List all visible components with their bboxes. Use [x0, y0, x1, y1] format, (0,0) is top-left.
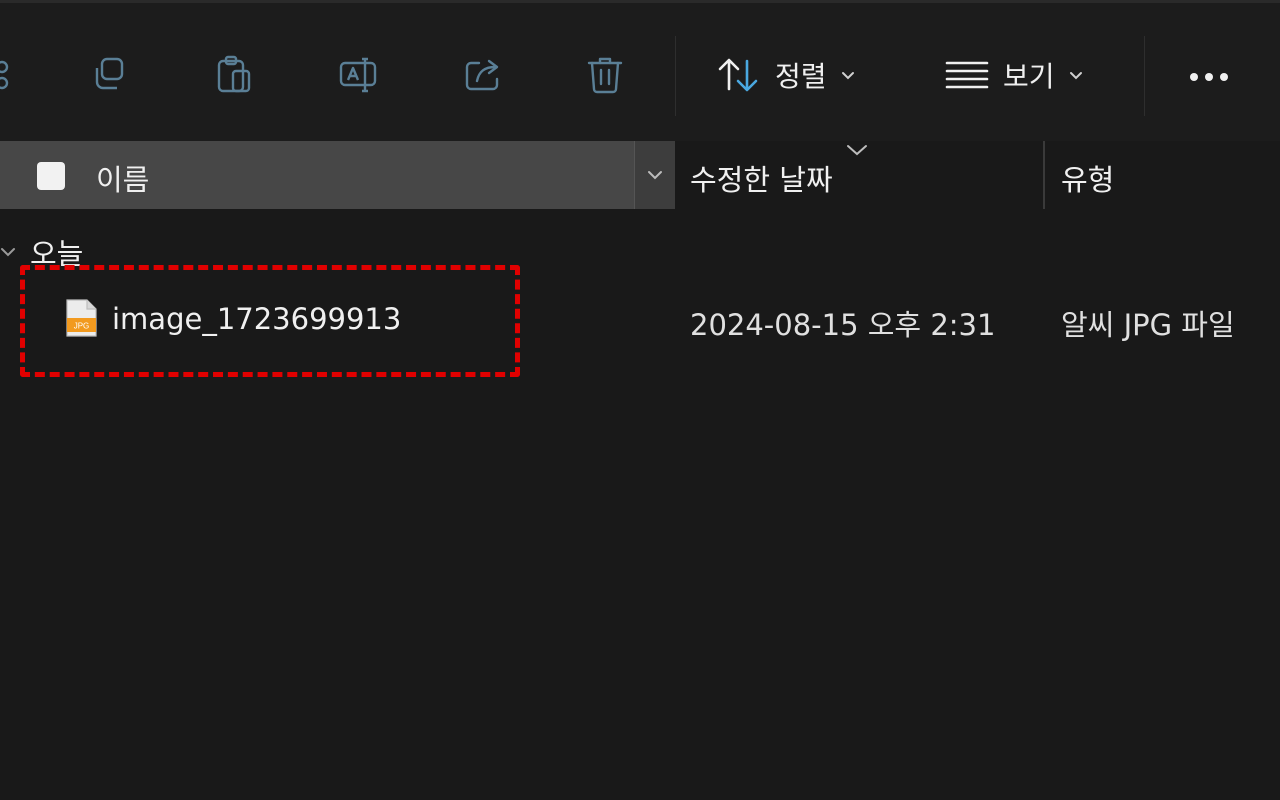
- cut-icon[interactable]: [0, 53, 22, 97]
- chevron-down-icon: [841, 72, 854, 80]
- column-name-label: 이름: [96, 163, 150, 197]
- toolbar-separator: [1144, 36, 1145, 116]
- toolbar-separator: [675, 36, 676, 116]
- column-date-modified[interactable]: 수정한 날짜: [690, 157, 833, 199]
- column-divider[interactable]: [1043, 141, 1045, 209]
- select-all-checkbox[interactable]: [37, 162, 65, 190]
- file-type: 알씨 JPG 파일: [1061, 308, 1235, 342]
- group-label: 오늘: [30, 237, 84, 271]
- share-icon[interactable]: [461, 53, 505, 97]
- sort-button[interactable]: 정렬: [717, 51, 855, 99]
- chevron-down-icon: [1069, 72, 1082, 80]
- jpg-file-icon: JPG: [66, 299, 97, 337]
- delete-icon[interactable]: [583, 53, 627, 97]
- column-header-row: 이름 수정한 날짜 유형: [0, 141, 1280, 209]
- command-bar: 정렬 보기: [0, 3, 1280, 141]
- more-icon[interactable]: [1184, 63, 1234, 91]
- file-explorer-window: 정렬 보기 이름 수정한 날짜 유형 오늘 JPG image_17236999…: [0, 0, 1280, 800]
- sort-descending-caret-icon: [847, 145, 867, 156]
- sort-icon: [718, 58, 758, 92]
- copy-icon[interactable]: [89, 53, 133, 97]
- chevron-down-icon: [648, 171, 662, 180]
- chevron-down-icon: [1, 248, 15, 257]
- list-view-icon: [945, 61, 989, 89]
- column-type[interactable]: 유형: [1061, 157, 1114, 199]
- paste-icon[interactable]: [213, 53, 257, 97]
- sort-label: 정렬: [775, 60, 827, 93]
- file-name[interactable]: image_1723699913: [112, 302, 401, 336]
- file-date-modified: 2024-08-15 오후 2:31: [690, 308, 996, 342]
- column-header-name[interactable]: 이름: [0, 141, 634, 209]
- view-button[interactable]: 보기: [945, 51, 1083, 99]
- rename-icon[interactable]: [337, 53, 381, 97]
- group-header-today[interactable]: 오늘: [0, 232, 83, 272]
- file-row[interactable]: JPG image_1723699913 2024-08-15 오후 2:31 …: [0, 290, 1280, 354]
- column-name-dropdown[interactable]: [634, 141, 675, 209]
- view-label: 보기: [1003, 60, 1055, 93]
- svg-text:JPG: JPG: [74, 322, 90, 331]
